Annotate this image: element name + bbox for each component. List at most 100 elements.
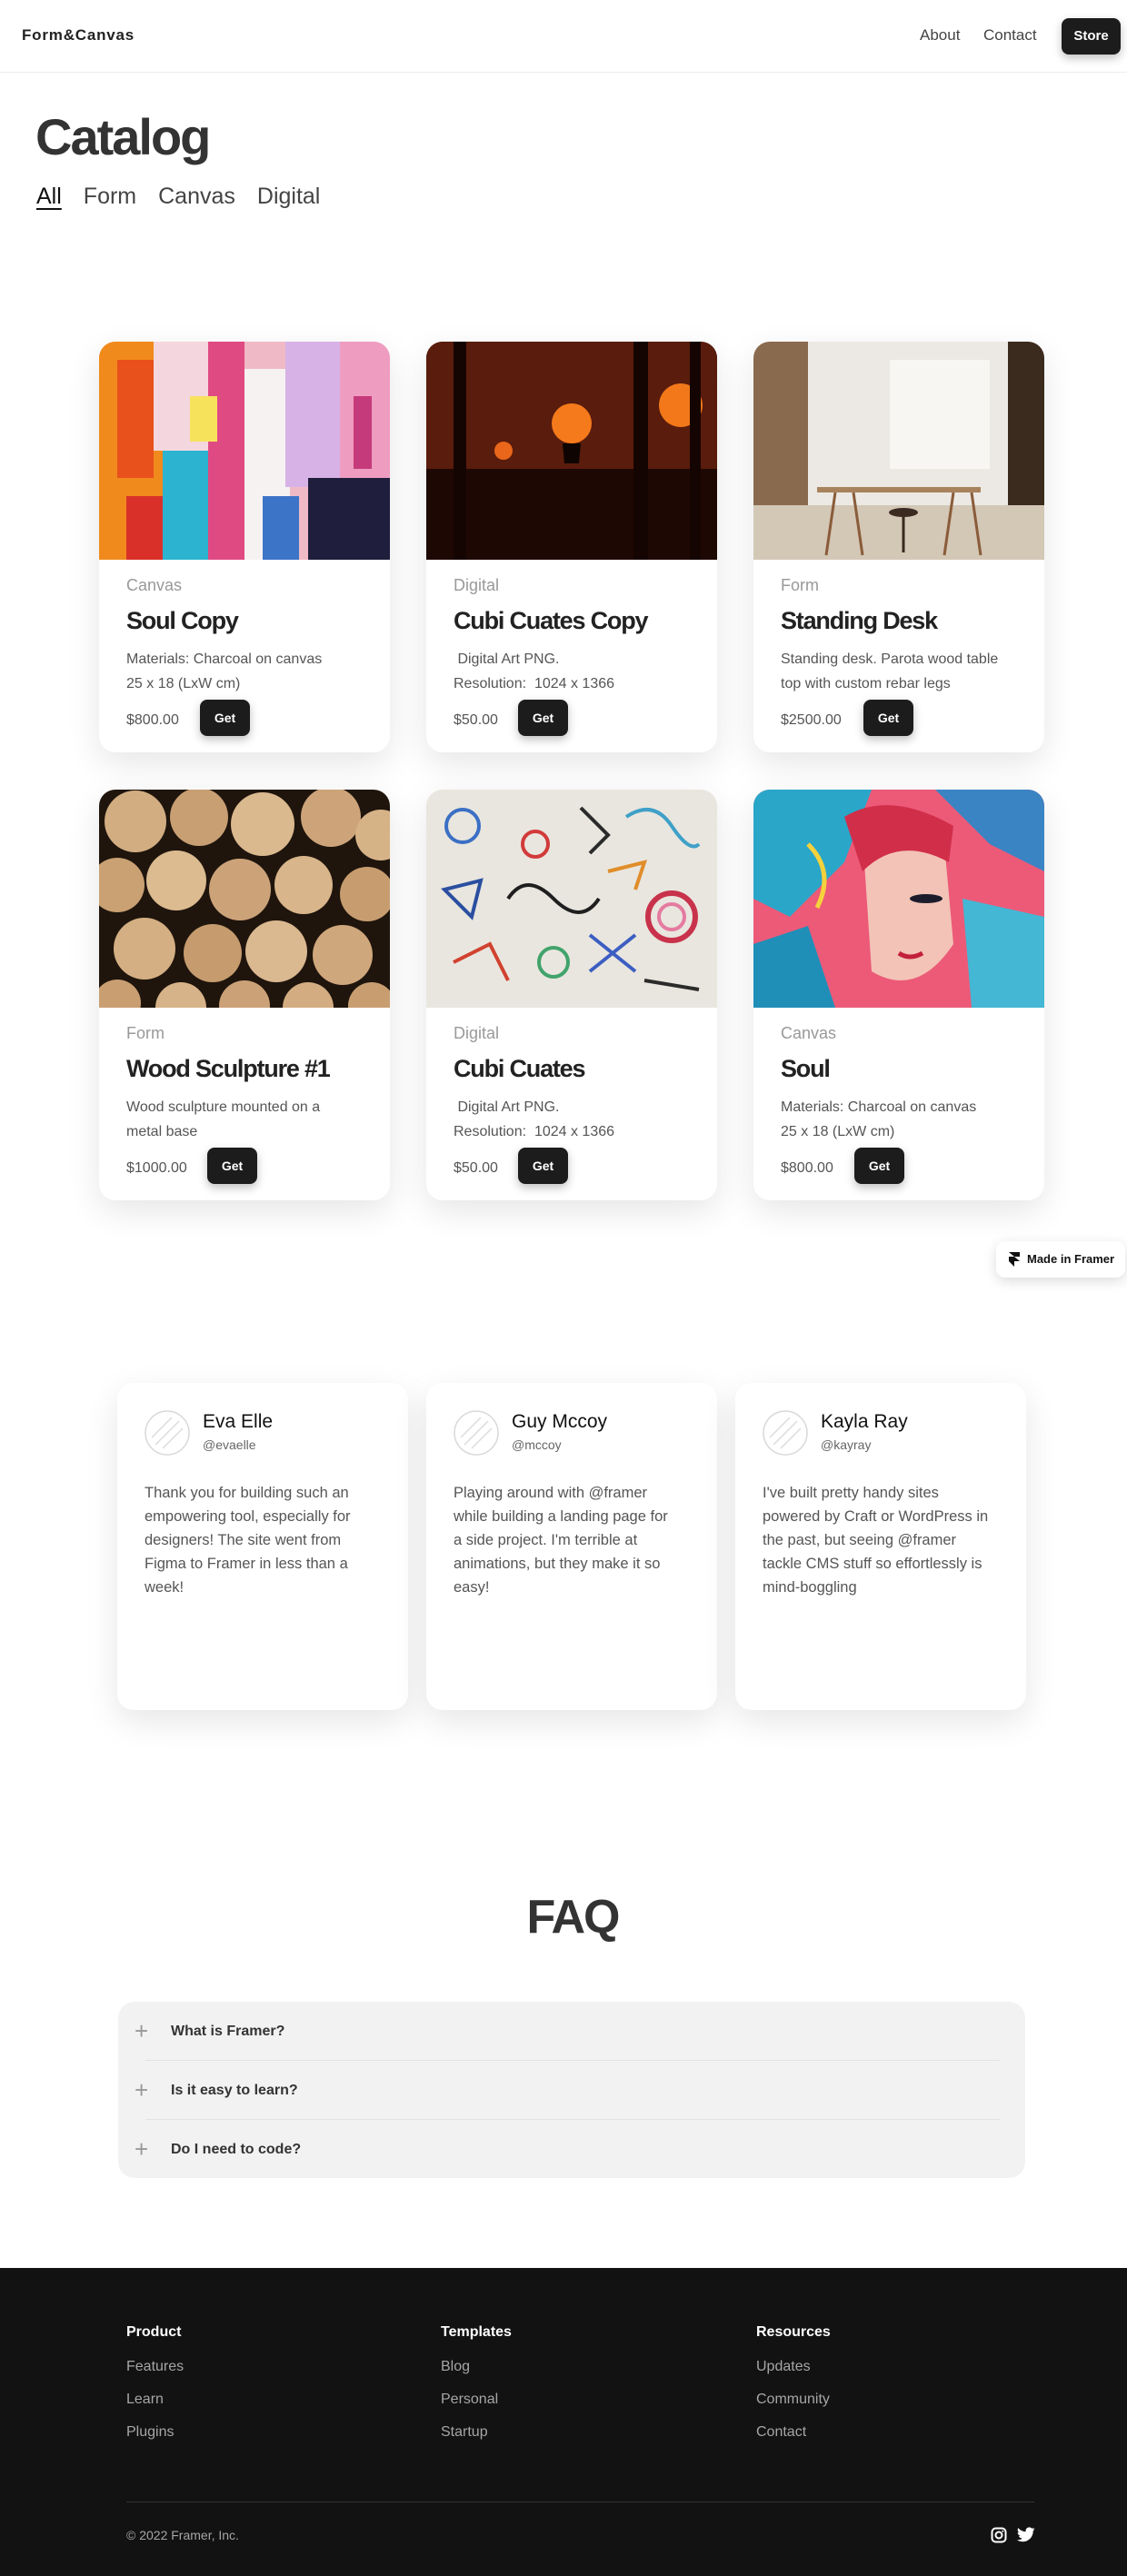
testimonial-text: Playing around with @framer while buildi…	[454, 1481, 692, 1599]
product-price: $50.00	[454, 712, 498, 728]
filter-canvas[interactable]: Canvas	[158, 184, 235, 210]
description-line: Materials: Charcoal on canvas	[781, 1099, 977, 1115]
product-name[interactable]: Wood Sculpture #1	[126, 1055, 331, 1083]
testimonial-handle: @kayray	[821, 1437, 872, 1452]
get-button[interactable]: Get	[854, 1148, 904, 1184]
text-line: tackle CMS stuff so effortlessly is	[763, 1556, 982, 1572]
product-card[interactable]: Canvas Soul Copy Materials: Charcoal on …	[99, 342, 390, 752]
product-name[interactable]: Cubi Cuates Copy	[454, 607, 649, 635]
product-category: Canvas	[781, 1024, 837, 1042]
faq-accordion: + What is Framer? + Is it easy to learn?…	[118, 2002, 1025, 2178]
text-line: Figma to Framer in less than a	[145, 1556, 348, 1572]
description-line: Materials: Charcoal on canvas	[126, 651, 323, 667]
footer-link-contact[interactable]: Contact	[756, 2424, 831, 2457]
text-line: animations, but they make it so	[454, 1556, 661, 1572]
product-description: Standing desk. Parota wood table top wit…	[781, 647, 1022, 696]
testimonial-name: Guy Mccoy	[512, 1411, 608, 1432]
footer-link-personal[interactable]: Personal	[441, 2392, 512, 2424]
text-line: powered by Craft or WordPress in	[763, 1508, 989, 1525]
plus-icon: +	[135, 2135, 149, 2163]
made-in-framer-badge[interactable]: Made in Framer	[996, 1241, 1125, 1278]
product-description: Materials: Charcoal on canvas 25 x 18 (L…	[126, 647, 367, 696]
faq-item[interactable]: + Do I need to code?	[118, 2120, 1025, 2179]
description-line: Digital Art PNG.	[454, 1099, 560, 1115]
avatar	[763, 1410, 808, 1456]
instagram-icon[interactable]	[991, 2527, 1007, 2548]
plus-icon: +	[135, 2076, 149, 2104]
avatar	[454, 1410, 499, 1456]
product-name[interactable]: Soul Copy	[126, 607, 239, 635]
footer-link-learn[interactable]: Learn	[126, 2392, 184, 2424]
text-line: the past, but seeing @framer	[763, 1532, 957, 1548]
product-description: Materials: Charcoal on canvas 25 x 18 (L…	[781, 1095, 1022, 1144]
nav-link-contact[interactable]: Contact	[983, 26, 1037, 45]
footer-column-product: Product Features Learn Plugins	[126, 2324, 184, 2457]
twitter-icon[interactable]	[1017, 2527, 1035, 2548]
description-line: 25 x 18 (LxW cm)	[781, 1124, 895, 1139]
filter-form[interactable]: Form	[84, 184, 136, 210]
plus-icon: +	[135, 2017, 149, 2044]
category-filters: All Form Canvas Digital	[36, 184, 320, 210]
testimonial-handle: @evaelle	[203, 1437, 256, 1452]
product-card[interactable]: Form Wood Sculpture #1 Wood sculpture mo…	[99, 790, 390, 1200]
text-line: empowering tool, especially for	[145, 1508, 351, 1525]
get-button[interactable]: Get	[207, 1148, 257, 1184]
get-button[interactable]: Get	[200, 700, 250, 736]
footer-link-startup[interactable]: Startup	[441, 2424, 512, 2457]
avatar	[145, 1410, 190, 1456]
brand-logo[interactable]: Form&Canvas	[22, 26, 135, 45]
product-description: Wood sculpture mounted on a metal base	[126, 1095, 367, 1144]
filter-digital[interactable]: Digital	[257, 184, 320, 210]
footer-heading: Templates	[441, 2324, 512, 2340]
faq-item[interactable]: + What is Framer?	[118, 2002, 1025, 2061]
get-button[interactable]: Get	[518, 700, 568, 736]
footer-link-features[interactable]: Features	[126, 2359, 184, 2392]
product-price: $1000.00	[126, 1160, 187, 1176]
testimonial-name: Kayla Ray	[821, 1411, 908, 1432]
text-line: week!	[145, 1579, 185, 1596]
text-line: I've built pretty handy sites	[763, 1485, 939, 1501]
product-card[interactable]: Digital Cubi Cuates Copy Digital Art PNG…	[426, 342, 717, 752]
product-name[interactable]: Standing Desk	[781, 607, 938, 635]
wood-logs-image	[99, 790, 390, 1008]
description-line: Standing desk. Parota wood table	[781, 651, 999, 667]
faq-question: Is it easy to learn?	[171, 2083, 298, 2098]
product-name[interactable]: Cubi Cuates	[454, 1055, 586, 1083]
page-title: Catalog	[35, 108, 211, 165]
footer-heading: Product	[126, 2324, 182, 2340]
text-line: Playing around with @framer	[454, 1485, 648, 1501]
doodle-art-image	[426, 790, 717, 1008]
store-button[interactable]: Store	[1062, 18, 1121, 55]
description-line: Digital Art PNG.	[454, 651, 560, 667]
product-category: Digital	[454, 1024, 500, 1042]
filter-all[interactable]: All	[36, 184, 62, 210]
footer-link-blog[interactable]: Blog	[441, 2359, 512, 2392]
badge-label: Made in Framer	[1027, 1252, 1115, 1266]
footer-link-updates[interactable]: Updates	[756, 2359, 831, 2392]
deer-sunset-image	[426, 342, 717, 560]
footer-divider	[126, 2501, 1034, 2502]
top-nav: Form&Canvas About Contact Store	[0, 0, 1127, 73]
text-line: Thank you for building such an	[145, 1485, 349, 1501]
copyright: © 2022 Framer, Inc.	[126, 2528, 239, 2542]
get-button[interactable]: Get	[518, 1148, 568, 1184]
testimonial-card: Eva Elle @evaelle Thank you for building…	[117, 1383, 408, 1710]
footer-link-plugins[interactable]: Plugins	[126, 2424, 184, 2457]
footer-link-community[interactable]: Community	[756, 2392, 831, 2424]
site-footer: Product Features Learn Plugins Templates…	[0, 2268, 1127, 2576]
testimonial-card: Guy Mccoy @mccoy Playing around with @fr…	[426, 1383, 717, 1710]
product-card[interactable]: Canvas Soul Materials: Charcoal on canva…	[753, 790, 1044, 1200]
watercolor-face-image	[753, 790, 1044, 1008]
product-price: $800.00	[781, 1160, 833, 1176]
nav-link-about[interactable]: About	[920, 26, 960, 45]
product-card[interactable]: Digital Cubi Cuates Digital Art PNG. Res…	[426, 790, 717, 1200]
product-card[interactable]: Form Standing Desk Standing desk. Parota…	[753, 342, 1044, 752]
product-name[interactable]: Soul	[781, 1055, 831, 1083]
description-line: Wood sculpture mounted on a	[126, 1099, 321, 1115]
text-line: while building a landing page for	[454, 1508, 668, 1525]
get-button[interactable]: Get	[863, 700, 913, 736]
faq-item[interactable]: + Is it easy to learn?	[118, 2061, 1025, 2120]
product-price: $50.00	[454, 1160, 498, 1176]
faq-heading: FAQ	[526, 1891, 621, 1944]
text-line: designers! The site went from	[145, 1532, 342, 1548]
